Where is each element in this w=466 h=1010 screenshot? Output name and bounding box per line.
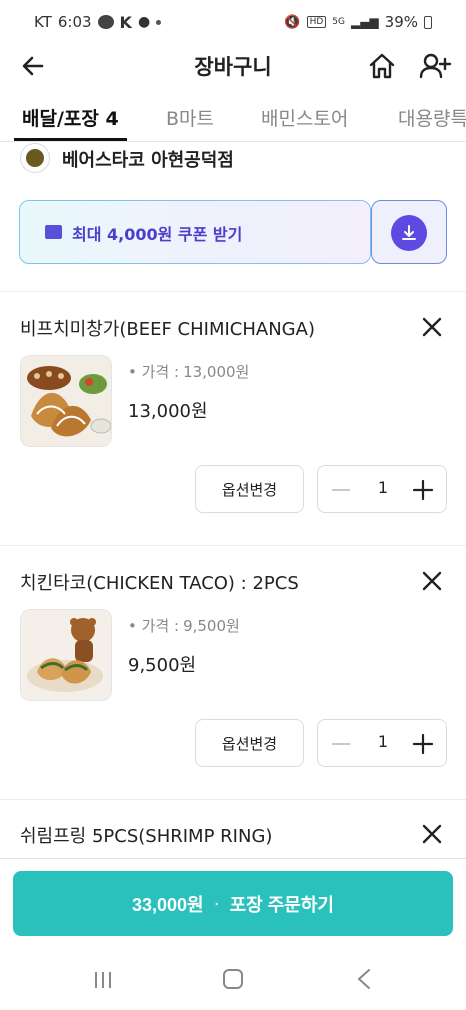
network-type-label: 5G <box>332 17 345 27</box>
item-price-detail: • 가격 :13,000원 <box>128 363 250 381</box>
remove-item-icon[interactable] <box>420 822 444 846</box>
signal-icon: ▂▄▆ <box>350 15 379 29</box>
k-app-notification-icon: K <box>119 12 132 32</box>
order-separator: · <box>213 893 220 913</box>
order-action-label: 포장 주문하기 <box>229 894 334 915</box>
home-icon[interactable] <box>366 50 398 82</box>
coupon-download-button[interactable] <box>371 200 447 264</box>
download-icon <box>391 215 427 251</box>
order-amount: 33,000원 <box>132 894 204 915</box>
cart-item: 비프치미창가(BEEF CHIMICHANGA) • 가격 :13,000원 1… <box>0 315 466 525</box>
order-button[interactable]: 33,000원 · 포장 주문하기 <box>13 871 453 936</box>
remove-item-icon[interactable] <box>420 569 444 593</box>
home-nav-icon[interactable] <box>223 969 243 989</box>
item-price-detail: • 가격 :9,500원 <box>128 617 240 635</box>
section-divider <box>0 545 466 546</box>
item-total-price: 13,000원 <box>128 401 208 422</box>
item-name: 비프치미창가(BEEF CHIMICHANGA) <box>20 319 315 340</box>
carrier-label: KT <box>34 13 52 31</box>
coupon-banner: 최대 4,000원 쿠폰 받기 <box>19 200 447 264</box>
price-detail-value: 9,500원 <box>183 617 240 635</box>
cart-item: 쉬림프링 5PCS(SHRIMP RING) <box>0 822 466 858</box>
mute-icon: 🔇 <box>284 14 301 30</box>
app-header: 장바구니 <box>0 44 466 88</box>
item-image <box>20 355 112 447</box>
system-navigation-bar <box>0 958 466 1002</box>
change-option-button[interactable]: 옵션변경 <box>195 719 304 767</box>
price-label: 가격 : <box>141 617 180 635</box>
bottom-bar-divider <box>0 858 466 859</box>
tab-bulk[interactable]: 대용량특 <box>398 104 466 131</box>
item-name: 쉬림프링 5PCS(SHRIMP RING) <box>20 826 273 847</box>
tab-delivery-pickup[interactable]: 배달/포장 4 <box>22 104 119 131</box>
more-notifications-icon <box>156 19 162 25</box>
change-option-button[interactable]: 옵션변경 <box>195 465 304 513</box>
price-label: 가격 : <box>141 363 180 381</box>
active-tab-indicator <box>14 138 127 141</box>
coupon-button[interactable]: 최대 4,000원 쿠폰 받기 <box>19 200 371 264</box>
store-logo <box>20 143 50 173</box>
increase-quantity-icon[interactable] <box>412 733 434 755</box>
store-header[interactable]: 베어스타코 아현공덕점 <box>0 143 466 179</box>
battery-icon <box>424 15 432 29</box>
coupon-ticket-icon <box>45 225 62 239</box>
item-image <box>20 609 112 701</box>
app-notification-icon: ● <box>137 14 151 30</box>
remove-item-icon[interactable] <box>420 315 444 339</box>
quantity-stepper: 1 <box>317 719 447 767</box>
status-bar: KT 6:03 K ● 🔇 HD 5G ▂▄▆ 39% <box>0 0 466 44</box>
coupon-label: 최대 4,000원 쿠폰 받기 <box>72 225 243 244</box>
store-name[interactable]: 베어스타코 아현공덕점 <box>62 146 234 172</box>
section-divider <box>0 799 466 800</box>
talk-notification-icon <box>97 15 114 29</box>
back-nav-icon[interactable] <box>356 968 372 990</box>
tab-bar: 배달/포장 4 B마트 배민스토어 대용량특 <box>0 96 466 142</box>
increase-quantity-icon[interactable] <box>412 479 434 501</box>
battery-percent: 39% <box>384 13 418 31</box>
tab-bmart[interactable]: B마트 <box>166 104 214 131</box>
item-name: 치킨타코(CHICKEN TACO) : 2PCS <box>20 573 299 594</box>
section-divider <box>0 291 466 292</box>
tab-baemin-store[interactable]: 배민스토어 <box>261 104 348 131</box>
recent-apps-icon[interactable] <box>93 970 113 990</box>
add-user-icon[interactable] <box>418 50 452 82</box>
quantity-stepper: 1 <box>317 465 447 513</box>
item-total-price: 9,500원 <box>128 655 197 676</box>
time-label: 6:03 <box>57 13 92 31</box>
price-detail-value: 13,000원 <box>183 363 250 381</box>
hd-icon: HD <box>306 16 327 28</box>
cart-item: 치킨타코(CHICKEN TACO) : 2PCS • 가격 :9,500원 9… <box>0 569 466 779</box>
